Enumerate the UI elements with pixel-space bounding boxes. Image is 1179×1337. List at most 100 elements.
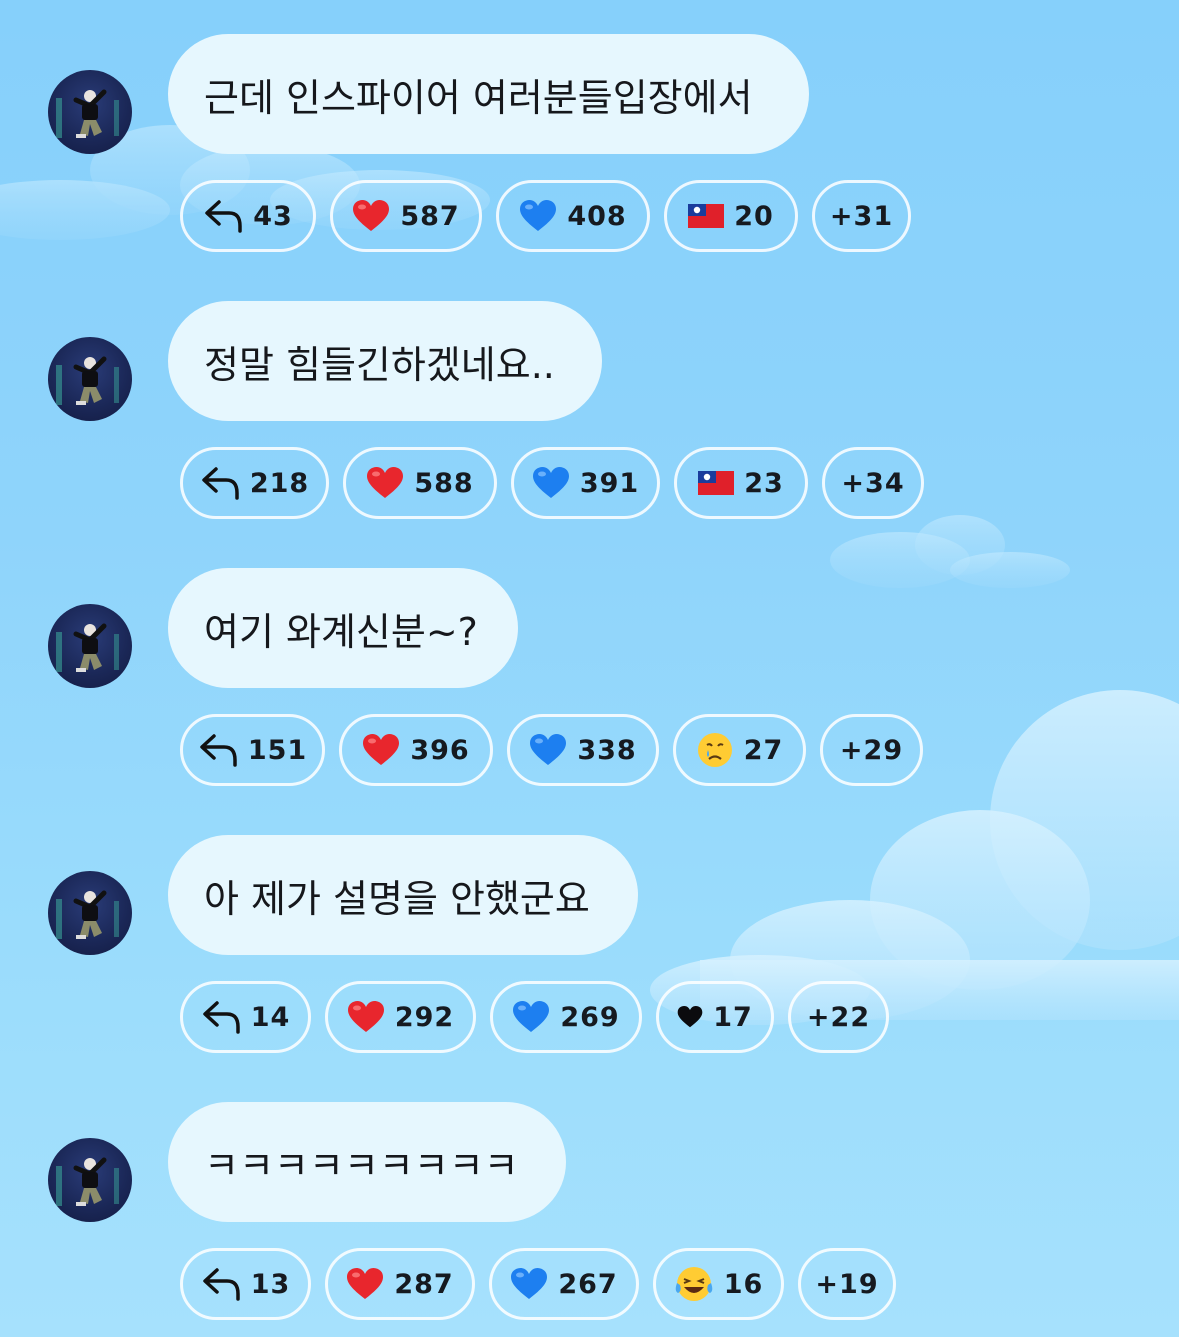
reaction-red-heart[interactable]: 396 xyxy=(339,714,493,786)
avatar[interactable] xyxy=(48,871,132,955)
avatar[interactable] xyxy=(48,604,132,688)
reaction-red-heart[interactable]: 587 xyxy=(330,180,482,252)
more-reactions-button[interactable]: +29 xyxy=(820,714,923,786)
message-item: 근데 인스파이어 여러분들입장에서 43 587 408 20 +31 xyxy=(0,34,1179,264)
reaction-count: 267 xyxy=(558,1268,618,1300)
more-reactions-button[interactable]: +31 xyxy=(812,180,911,252)
crying-face-icon xyxy=(696,731,734,769)
laughing-tears-icon xyxy=(674,1265,714,1303)
more-reactions-count: +29 xyxy=(839,734,904,766)
message-list: 근데 인스파이어 여러분들입장에서 43 587 408 20 +31 정말 힘… xyxy=(0,0,1179,1337)
message-text: 정말 힘들긴하겠네요.. xyxy=(204,342,555,387)
reply-arrow-icon xyxy=(203,198,243,234)
reaction-blue-heart[interactable]: 269 xyxy=(490,981,642,1053)
reaction-red-heart[interactable]: 292 xyxy=(325,981,476,1053)
message-text: ㅋㅋㅋㅋㅋㅋㅋㅋㅋ xyxy=(204,1143,519,1188)
reply-count: 218 xyxy=(249,467,310,499)
avatar-photo-icon xyxy=(56,890,119,939)
reply-arrow-icon xyxy=(201,999,241,1035)
taiwan-flag-icon xyxy=(698,471,735,495)
message-bubble[interactable]: 근데 인스파이어 여러분들입장에서 xyxy=(168,34,809,154)
red-heart-icon xyxy=(352,199,390,233)
reply-button[interactable]: 218 xyxy=(180,447,329,519)
message-item: 아 제가 설명을 안했군요 14 292 269 17 +22 xyxy=(0,835,1179,1065)
reaction-count: 588 xyxy=(414,467,474,499)
message-item: 정말 힘들긴하겠네요.. 218 588 391 23 +34 xyxy=(0,301,1179,531)
blue-heart-icon xyxy=(532,466,570,500)
message-text: 근데 인스파이어 여러분들입장에서 xyxy=(204,75,753,120)
reaction-count: 20 xyxy=(734,200,774,232)
taiwan-flag-icon xyxy=(688,204,725,228)
reaction-blue-heart[interactable]: 267 xyxy=(489,1248,639,1320)
reaction-red-heart[interactable]: 287 xyxy=(325,1248,475,1320)
red-heart-icon xyxy=(346,1267,384,1301)
more-reactions-button[interactable]: +34 xyxy=(822,447,924,519)
reaction-taiwan-flag[interactable]: 20 xyxy=(664,180,798,252)
avatar-photo-icon xyxy=(56,623,119,672)
message-item: 여기 와계신분~? 151 396 338 27 +29 xyxy=(0,568,1179,798)
black-heart-icon xyxy=(677,1005,703,1029)
message-text: 여기 와계신분~? xyxy=(204,609,478,654)
blue-heart-icon xyxy=(519,199,557,233)
reaction-count: 16 xyxy=(723,1268,764,1300)
avatar[interactable] xyxy=(48,1138,132,1222)
reaction-blue-heart[interactable]: 338 xyxy=(507,714,659,786)
red-heart-icon xyxy=(366,466,404,500)
more-reactions-count: +19 xyxy=(815,1268,879,1300)
reply-button[interactable]: 43 xyxy=(180,180,316,252)
reaction-bar: 218 588 391 23 +34 xyxy=(180,447,924,519)
reply-button[interactable]: 151 xyxy=(180,714,325,786)
reply-count: 14 xyxy=(250,1001,291,1033)
message-bubble[interactable]: 여기 와계신분~? xyxy=(168,568,518,688)
reaction-taiwan-flag[interactable]: 23 xyxy=(674,447,808,519)
message-item: ㅋㅋㅋㅋㅋㅋㅋㅋㅋ 13 287 267 16 +19 xyxy=(0,1102,1179,1332)
message-text: 아 제가 설명을 안했군요 xyxy=(204,876,590,921)
reply-arrow-icon xyxy=(201,1266,241,1302)
reaction-count: 27 xyxy=(743,734,784,766)
message-bubble[interactable]: ㅋㅋㅋㅋㅋㅋㅋㅋㅋ xyxy=(168,1102,566,1222)
reaction-crying-face[interactable]: 27 xyxy=(673,714,806,786)
more-reactions-count: +31 xyxy=(829,200,894,232)
reaction-count: 292 xyxy=(394,1001,455,1033)
reaction-count: 396 xyxy=(410,734,470,766)
reaction-bar: 151 396 338 27 +29 xyxy=(180,714,923,786)
message-bubble[interactable]: 아 제가 설명을 안했군요 xyxy=(168,835,638,955)
blue-heart-icon xyxy=(510,1267,548,1301)
blue-heart-icon xyxy=(512,1000,550,1034)
more-reactions-count: +34 xyxy=(841,467,905,499)
reaction-black-heart[interactable]: 17 xyxy=(656,981,774,1053)
more-reactions-button[interactable]: +19 xyxy=(798,1248,896,1320)
reaction-bar: 14 292 269 17 +22 xyxy=(180,981,889,1053)
reaction-blue-heart[interactable]: 391 xyxy=(511,447,660,519)
reaction-bar: 13 287 267 16 +19 xyxy=(180,1248,896,1320)
reaction-blue-heart[interactable]: 408 xyxy=(496,180,650,252)
reply-count: 13 xyxy=(250,1268,291,1300)
more-reactions-count: +22 xyxy=(806,1001,871,1033)
avatar[interactable] xyxy=(48,337,132,421)
reply-arrow-icon xyxy=(198,732,238,768)
reply-arrow-icon xyxy=(200,465,240,501)
message-bubble[interactable]: 정말 힘들긴하겠네요.. xyxy=(168,301,602,421)
reaction-count: 17 xyxy=(713,1001,753,1033)
reply-button[interactable]: 14 xyxy=(180,981,311,1053)
reaction-count: 23 xyxy=(744,467,784,499)
reaction-count: 287 xyxy=(394,1268,454,1300)
reaction-count: 391 xyxy=(579,467,640,499)
reaction-count: 408 xyxy=(567,200,627,232)
reaction-red-heart[interactable]: 588 xyxy=(343,447,497,519)
reply-count: 43 xyxy=(253,200,293,232)
red-heart-icon xyxy=(362,733,400,767)
reaction-count: 338 xyxy=(577,734,637,766)
avatar-photo-icon xyxy=(56,1157,119,1206)
red-heart-icon xyxy=(347,1000,385,1034)
reaction-count: 587 xyxy=(400,200,460,232)
avatar[interactable] xyxy=(48,70,132,154)
more-reactions-button[interactable]: +22 xyxy=(788,981,889,1053)
avatar-photo-icon xyxy=(56,89,119,138)
blue-heart-icon xyxy=(529,733,567,767)
reply-button[interactable]: 13 xyxy=(180,1248,311,1320)
reaction-count: 269 xyxy=(560,1001,620,1033)
avatar-photo-icon xyxy=(56,356,119,405)
reaction-laughing-tears[interactable]: 16 xyxy=(653,1248,784,1320)
reaction-bar: 43 587 408 20 +31 xyxy=(180,180,911,252)
